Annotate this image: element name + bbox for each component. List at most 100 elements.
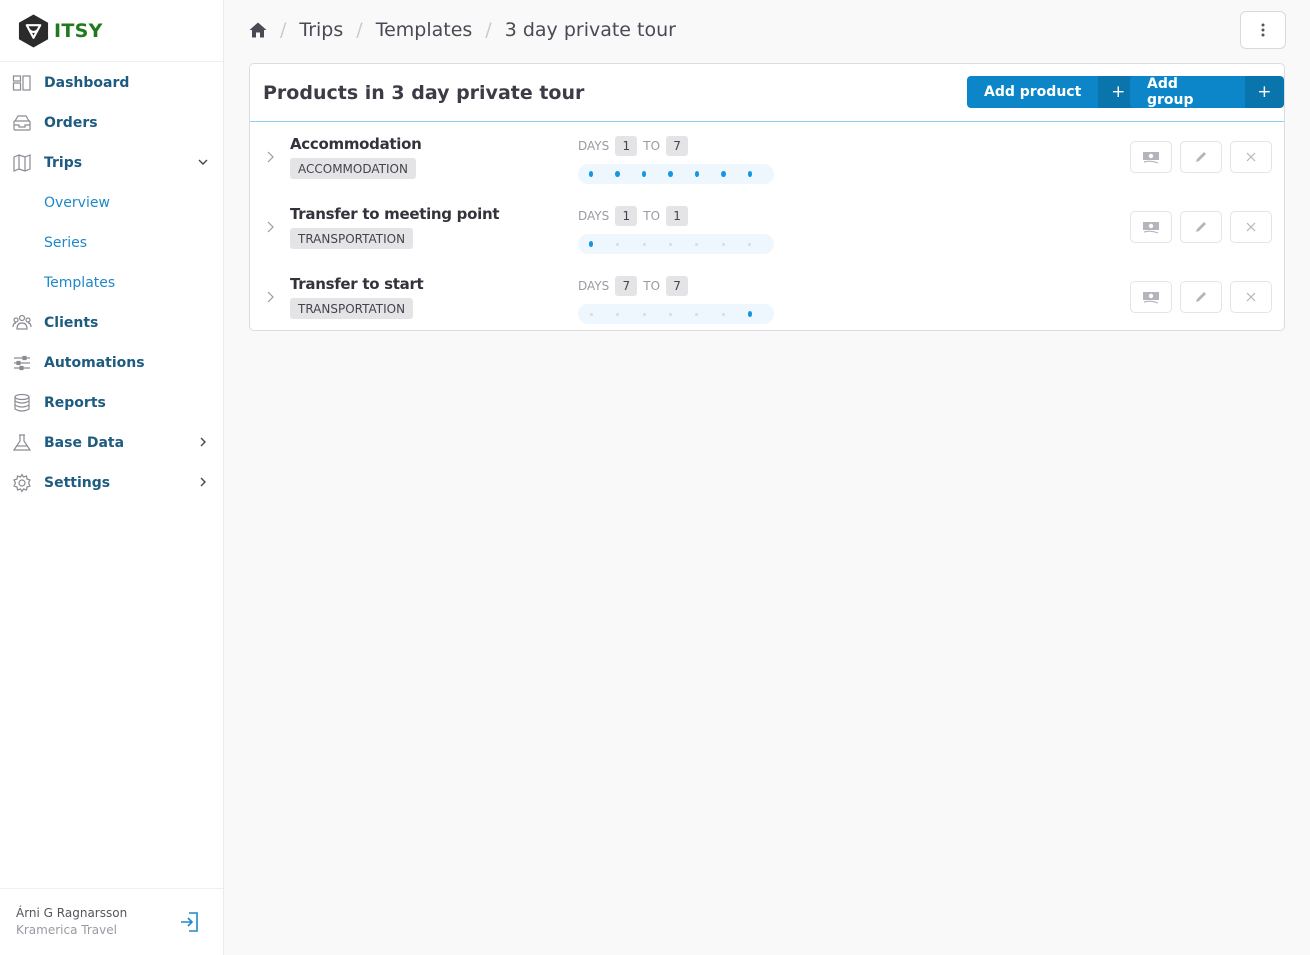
chevron-right-icon[interactable]	[264, 290, 276, 304]
pencil-icon	[1196, 222, 1206, 232]
product-category-tag: TRANSPORTATION	[290, 298, 414, 319]
nav-label: Settings	[44, 475, 111, 491]
day-from: 1	[615, 136, 638, 156]
sliders-icon	[12, 353, 32, 373]
product-list: Accommodation ACCOMMODATION DAYS 1 TO 7 …	[250, 122, 1284, 332]
nav-item-clients[interactable]: Clients	[0, 303, 223, 343]
nav-label: Clients	[44, 315, 99, 331]
pencil-icon	[1196, 292, 1206, 302]
nav-item-orders[interactable]: Orders	[0, 103, 223, 143]
nav-label: Automations	[44, 355, 145, 371]
to-label: TO	[643, 139, 661, 153]
logout-icon[interactable]	[179, 910, 201, 934]
day-dot-inactive	[748, 241, 752, 247]
home-icon[interactable]	[249, 21, 267, 39]
map-icon	[12, 153, 32, 173]
close-icon	[1246, 292, 1256, 302]
money-icon	[1143, 152, 1159, 164]
nav-item-settings[interactable]: Settings	[0, 463, 223, 503]
to-label: TO	[643, 279, 661, 293]
product-category-tag: TRANSPORTATION	[290, 228, 414, 249]
product-name: Accommodation	[290, 135, 422, 153]
chevron-right-icon[interactable]	[197, 476, 209, 488]
nav-item-reports[interactable]: Reports	[0, 383, 223, 423]
day-dot-inactive	[668, 241, 672, 247]
days-range: DAYS 1 TO 7	[578, 136, 694, 156]
product-row: Transfer to meeting point TRANSPORTATION…	[250, 192, 1284, 262]
money-icon	[1143, 292, 1159, 304]
breadcrumb-trips[interactable]: Trips	[299, 19, 343, 41]
more-options-button[interactable]	[1240, 11, 1286, 49]
day-dot-inactive	[695, 311, 699, 317]
nav-item-trips[interactable]: Trips	[0, 143, 223, 183]
day-dot-inactive	[721, 311, 725, 317]
day-indicator	[578, 304, 774, 324]
nav-label: Trips	[44, 155, 83, 171]
row-actions	[1130, 141, 1272, 173]
nav-label: Orders	[44, 115, 98, 131]
delete-button[interactable]	[1230, 281, 1272, 313]
day-dot-active	[589, 241, 594, 247]
nav-subitem-overview[interactable]: Overview	[0, 183, 223, 223]
database-icon	[12, 393, 32, 413]
day-to: 7	[666, 136, 689, 156]
user-box: Árni G Ragnarsson Kramerica Travel	[0, 888, 223, 955]
day-dot-active	[668, 171, 673, 177]
nav-item-base-data[interactable]: Base Data	[0, 423, 223, 463]
day-to: 7	[666, 276, 689, 296]
breadcrumb-separator: /	[485, 19, 492, 41]
add-product-button[interactable]: Add product +	[967, 76, 1139, 108]
brand-name: ITSY	[54, 19, 103, 42]
days-range: DAYS 1 TO 1	[578, 206, 694, 226]
breadcrumb-templates[interactable]: Templates	[376, 19, 473, 41]
nav-item-automations[interactable]: Automations	[0, 343, 223, 383]
plus-icon: +	[1244, 76, 1284, 108]
breadcrumb-separator: /	[280, 19, 287, 41]
chevron-right-icon[interactable]	[197, 436, 209, 448]
nav-subitem-templates[interactable]: Templates	[0, 263, 223, 303]
card-header: Products in 3 day private tour Add produ…	[250, 64, 1284, 122]
chevron-right-icon[interactable]	[264, 220, 276, 234]
day-dot-inactive	[615, 311, 619, 317]
chevron-right-icon[interactable]	[264, 150, 276, 164]
row-actions	[1130, 211, 1272, 243]
day-dot-inactive	[589, 311, 593, 317]
edit-button[interactable]	[1180, 281, 1222, 313]
edit-button[interactable]	[1180, 211, 1222, 243]
day-from: 1	[615, 206, 638, 226]
logo[interactable]: ITSY	[0, 0, 223, 62]
nav-subitem-series[interactable]: Series	[0, 223, 223, 263]
day-dot-active	[589, 171, 594, 177]
sidebar: ITSY Dashboard Orders Trips Overview Ser…	[0, 0, 224, 955]
day-dot-inactive	[695, 241, 699, 247]
product-row: Accommodation ACCOMMODATION DAYS 1 TO 7	[250, 122, 1284, 192]
delete-button[interactable]	[1230, 141, 1272, 173]
gear-icon	[12, 473, 32, 493]
to-label: TO	[643, 209, 661, 223]
day-dot-inactive	[642, 241, 646, 247]
day-indicator	[578, 234, 774, 254]
delete-button[interactable]	[1230, 211, 1272, 243]
day-dot-active	[747, 311, 752, 317]
days-label: DAYS	[578, 279, 610, 293]
chevron-down-icon[interactable]	[197, 156, 209, 168]
add-group-button[interactable]: Add group +	[1130, 76, 1284, 108]
days-label: DAYS	[578, 139, 610, 153]
day-indicator	[578, 164, 774, 184]
dashboard-icon	[12, 73, 32, 93]
day-dot-active	[641, 171, 647, 177]
day-dot-inactive	[642, 311, 646, 317]
day-dot-inactive	[721, 241, 725, 247]
days-range: DAYS 7 TO 7	[578, 276, 694, 296]
price-button[interactable]	[1130, 281, 1172, 313]
price-button[interactable]	[1130, 141, 1172, 173]
kebab-menu-icon	[1261, 23, 1265, 37]
edit-button[interactable]	[1180, 141, 1222, 173]
nav-label: Reports	[44, 395, 106, 411]
day-dot-active	[721, 171, 726, 177]
price-button[interactable]	[1130, 211, 1172, 243]
nav-item-dashboard[interactable]: Dashboard	[0, 63, 223, 103]
days-label: DAYS	[578, 209, 610, 223]
day-from: 7	[615, 276, 638, 296]
product-name: Transfer to meeting point	[290, 205, 500, 223]
